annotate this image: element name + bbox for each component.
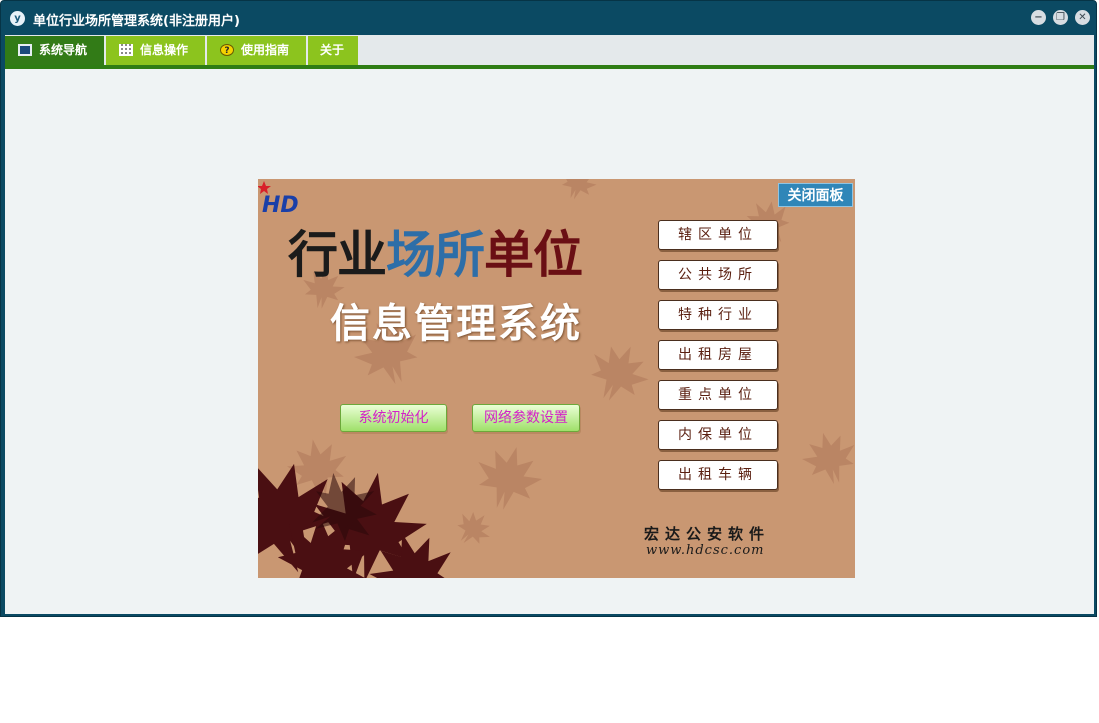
tab-label: 系统导航 bbox=[39, 43, 88, 57]
app-logo-icon: y bbox=[10, 11, 25, 26]
brand-name: 宏达公安软件 bbox=[644, 525, 771, 543]
menu-bar: 系统导航 信息操作 ? 使用指南 关于 bbox=[5, 35, 1094, 65]
tab-about[interactable]: 关于 bbox=[308, 36, 360, 65]
title-part-venue: 场所 bbox=[386, 226, 485, 284]
menu-divider bbox=[5, 65, 1094, 69]
restore-icon[interactable]: ❐ bbox=[1053, 10, 1068, 25]
product-title: 行业场所单位 bbox=[288, 215, 583, 287]
system-init-button[interactable]: 系统初始化 bbox=[340, 404, 447, 432]
brand-url: www.hdcsc.com bbox=[646, 543, 765, 558]
category-public-venues-button[interactable]: 公共场所 bbox=[658, 260, 778, 290]
close-icon[interactable]: ✕ bbox=[1075, 10, 1090, 25]
title-part-unit: 单位 bbox=[484, 226, 583, 284]
category-key-units-button[interactable]: 重点单位 bbox=[658, 380, 778, 410]
tab-info-operation[interactable]: 信息操作 bbox=[106, 36, 207, 65]
tab-user-guide[interactable]: ? 使用指南 bbox=[207, 36, 308, 65]
product-subtitle: 信息管理系统 bbox=[330, 300, 582, 347]
logo-letters: HD bbox=[262, 193, 299, 218]
hd-logo-icon: HD bbox=[258, 181, 299, 218]
help-icon: ? bbox=[220, 44, 234, 56]
monitor-icon bbox=[18, 44, 32, 56]
minimize-icon[interactable]: − bbox=[1031, 10, 1046, 25]
navigation-panel: 关闭面板 行业场所单位 信息管理系统 系统初始化 网络参数设置 辖区单位 公共场… bbox=[258, 179, 855, 578]
category-jurisdiction-units-button[interactable]: 辖区单位 bbox=[658, 220, 778, 250]
title-part-industry: 行业 bbox=[288, 226, 387, 284]
tab-label: 使用指南 bbox=[241, 43, 290, 57]
tab-label: 关于 bbox=[320, 43, 345, 57]
category-internal-security-button[interactable]: 内保单位 bbox=[658, 420, 778, 450]
grid-icon bbox=[119, 44, 133, 56]
window-title: 单位行业场所管理系统(非注册用户) bbox=[33, 14, 240, 29]
category-rental-vehicles-button[interactable]: 出租车辆 bbox=[658, 460, 778, 490]
network-settings-button[interactable]: 网络参数设置 bbox=[472, 404, 580, 432]
tab-label: 信息操作 bbox=[140, 43, 189, 57]
title-bar[interactable]: y 单位行业场所管理系统(非注册用户) − ❐ ✕ bbox=[1, 1, 1096, 35]
category-rental-housing-button[interactable]: 出租房屋 bbox=[658, 340, 778, 370]
tab-system-navigation[interactable]: 系统导航 bbox=[5, 36, 106, 65]
close-panel-button[interactable]: 关闭面板 bbox=[778, 183, 853, 207]
category-special-industry-button[interactable]: 特种行业 bbox=[658, 300, 778, 330]
